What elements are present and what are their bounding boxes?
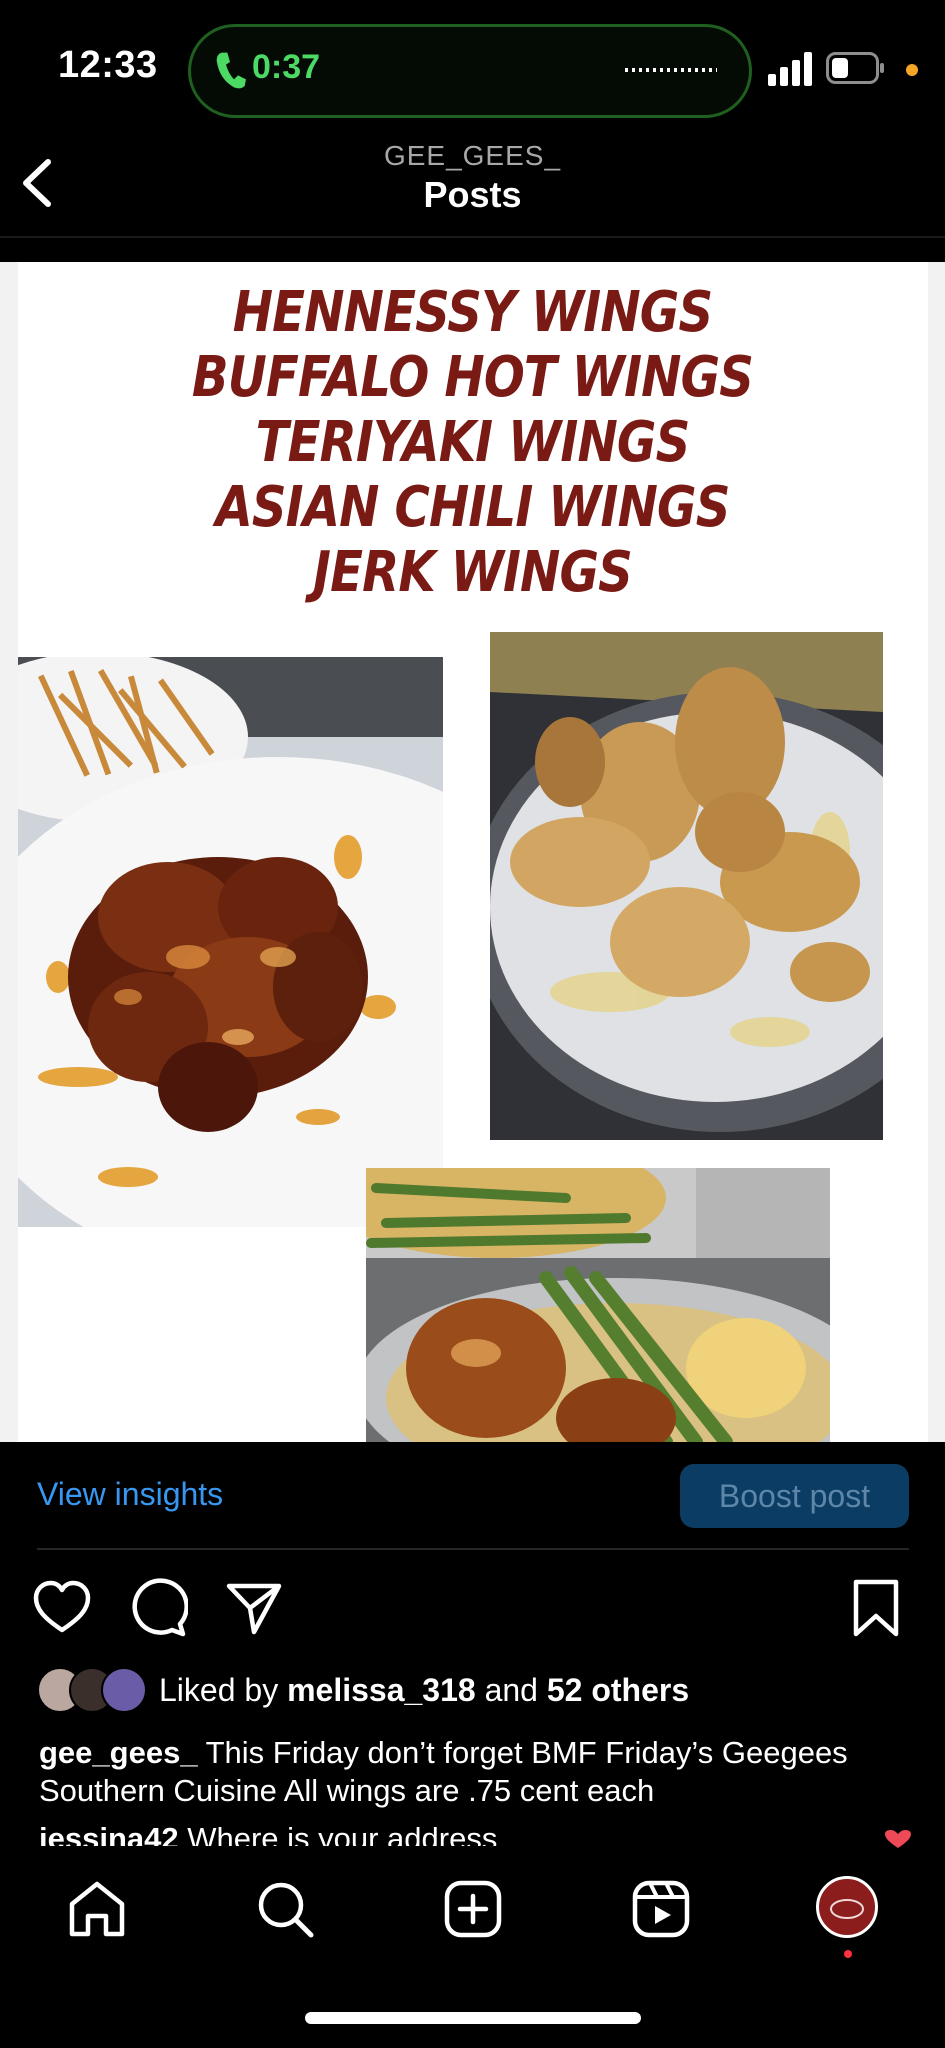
menu-line: JERK WINGS xyxy=(313,540,633,605)
menu-line: ASIAN CHILI WINGS xyxy=(215,475,730,540)
post-caption: gee_gees_ This Friday don’t forget BMF F… xyxy=(39,1734,919,1810)
liked-by-avatars[interactable] xyxy=(37,1667,147,1713)
likes-others[interactable]: 52 others xyxy=(547,1672,689,1708)
photo-lemon-pepper-wings xyxy=(490,632,883,1140)
home-indicator[interactable] xyxy=(305,2012,641,2024)
home-icon[interactable] xyxy=(66,1878,128,1940)
likes-summary[interactable]: Liked by melissa_318 and 52 others xyxy=(159,1672,689,1709)
signal-icon xyxy=(768,52,812,86)
call-timer: 0:37 xyxy=(252,48,321,86)
boost-post-button[interactable]: Boost post xyxy=(680,1464,909,1528)
likes-prefix: Liked by xyxy=(159,1672,288,1708)
profile-avatar[interactable] xyxy=(816,1876,878,1938)
menu-text-block: HENNESSY WINGS BUFFALO HOT WINGS TERIYAK… xyxy=(0,280,945,605)
header-username: GEE_GEES_ xyxy=(383,140,562,171)
photo-glazed-wings xyxy=(18,657,443,1227)
privacy-indicator-dot xyxy=(906,64,918,76)
insights-divider xyxy=(37,1548,909,1550)
phone-icon xyxy=(216,52,246,89)
page-title: Posts xyxy=(423,174,522,215)
create-post-icon[interactable] xyxy=(442,1878,504,1940)
profile-logo-icon xyxy=(822,1882,872,1932)
comment-heart-icon[interactable] xyxy=(883,1830,913,1848)
reels-icon[interactable] xyxy=(630,1878,692,1940)
comment-preview[interactable]: jessina42 Where is your address xyxy=(39,1820,899,1846)
photo-wings-asparagus xyxy=(366,1168,830,1442)
menu-line: BUFFALO HOT WINGS xyxy=(191,345,754,410)
heart-icon[interactable] xyxy=(32,1578,92,1638)
status-time: 12:33 xyxy=(58,44,158,86)
share-icon[interactable] xyxy=(224,1578,284,1638)
menu-line: HENNESSY WINGS xyxy=(232,280,713,345)
battery-icon xyxy=(826,52,884,84)
caption-username[interactable]: gee_gees_ xyxy=(39,1735,198,1770)
post-image[interactable]: HENNESSY WINGS BUFFALO HOT WINGS TERIYAK… xyxy=(0,262,945,1442)
header-divider xyxy=(0,236,945,238)
comment-username[interactable]: jessina42 xyxy=(39,1821,179,1846)
likes-middle: and xyxy=(475,1672,547,1708)
avatar xyxy=(101,1667,147,1713)
view-insights-link[interactable]: View insights xyxy=(37,1476,223,1513)
comment-text: Where is your address xyxy=(178,1821,498,1846)
comment-icon[interactable] xyxy=(128,1578,188,1638)
search-icon[interactable] xyxy=(254,1878,316,1940)
call-waveform xyxy=(625,68,717,72)
notification-dot xyxy=(844,1950,852,1958)
menu-line: TERIYAKI WINGS xyxy=(255,410,691,475)
bookmark-icon[interactable] xyxy=(846,1578,906,1638)
liked-by-user[interactable]: melissa_318 xyxy=(287,1672,476,1708)
